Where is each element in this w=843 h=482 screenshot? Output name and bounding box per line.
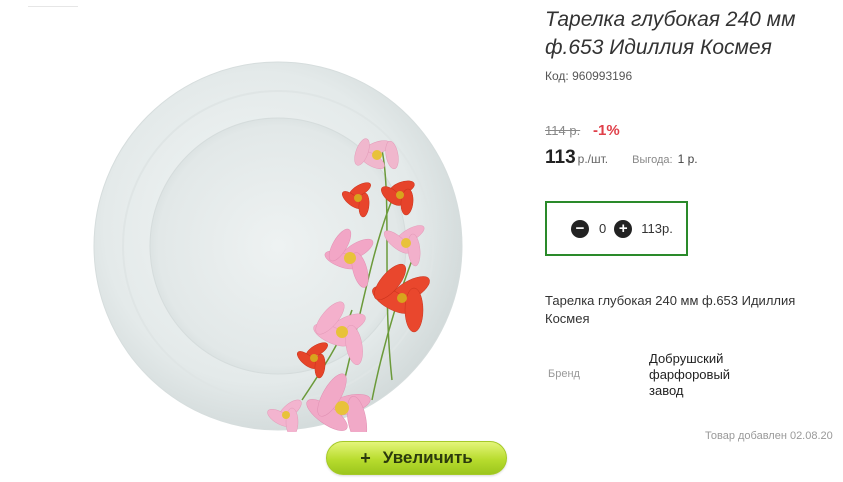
product-code-label: Код: [545,69,569,83]
price-value: 113 [545,147,576,168]
product-description: Тарелка глубокая 240 мм ф.653 Идиллия Ко… [545,293,796,326]
price-unit: р./шт. [577,152,609,166]
quantity-sum: 113р. [641,221,673,236]
brand-value: Добрушский фарфоровый завод [649,351,731,398]
product-image-area [80,50,500,450]
quantity-stepper: − 0 + 113р. [545,201,688,256]
zoom-button-label: Увеличить [382,448,473,467]
old-price: 114 р. [545,123,581,138]
brand-label: Бренд [548,368,580,380]
discount-badge: -1% [593,122,620,139]
benefit-label: Выгода: [632,154,673,166]
product-code-value: 960993196 [572,69,633,83]
product-code: Код: 960993196 [545,69,632,83]
added-date: Товар добавлен 02.08.20 [705,430,833,442]
product-title: Тарелка глубокая 240 мм ф.653 Идиллия Ко… [545,8,796,59]
minus-circle-icon[interactable]: − [571,219,589,238]
zoom-button[interactable]: + Увеличить [326,441,507,475]
product-image[interactable] [92,60,464,432]
quantity-value: 0 [599,221,607,236]
benefit-value: 1 р. [677,152,698,166]
top-divider [28,6,78,7]
plus-icon: + [360,448,371,468]
product-info: Тарелка глубокая 240 мм ф.653 Идиллия Ко… [545,0,843,482]
price-row: 113 р./шт. Выгода: 1 р. [545,147,698,169]
plus-circle-icon[interactable]: + [614,219,633,238]
